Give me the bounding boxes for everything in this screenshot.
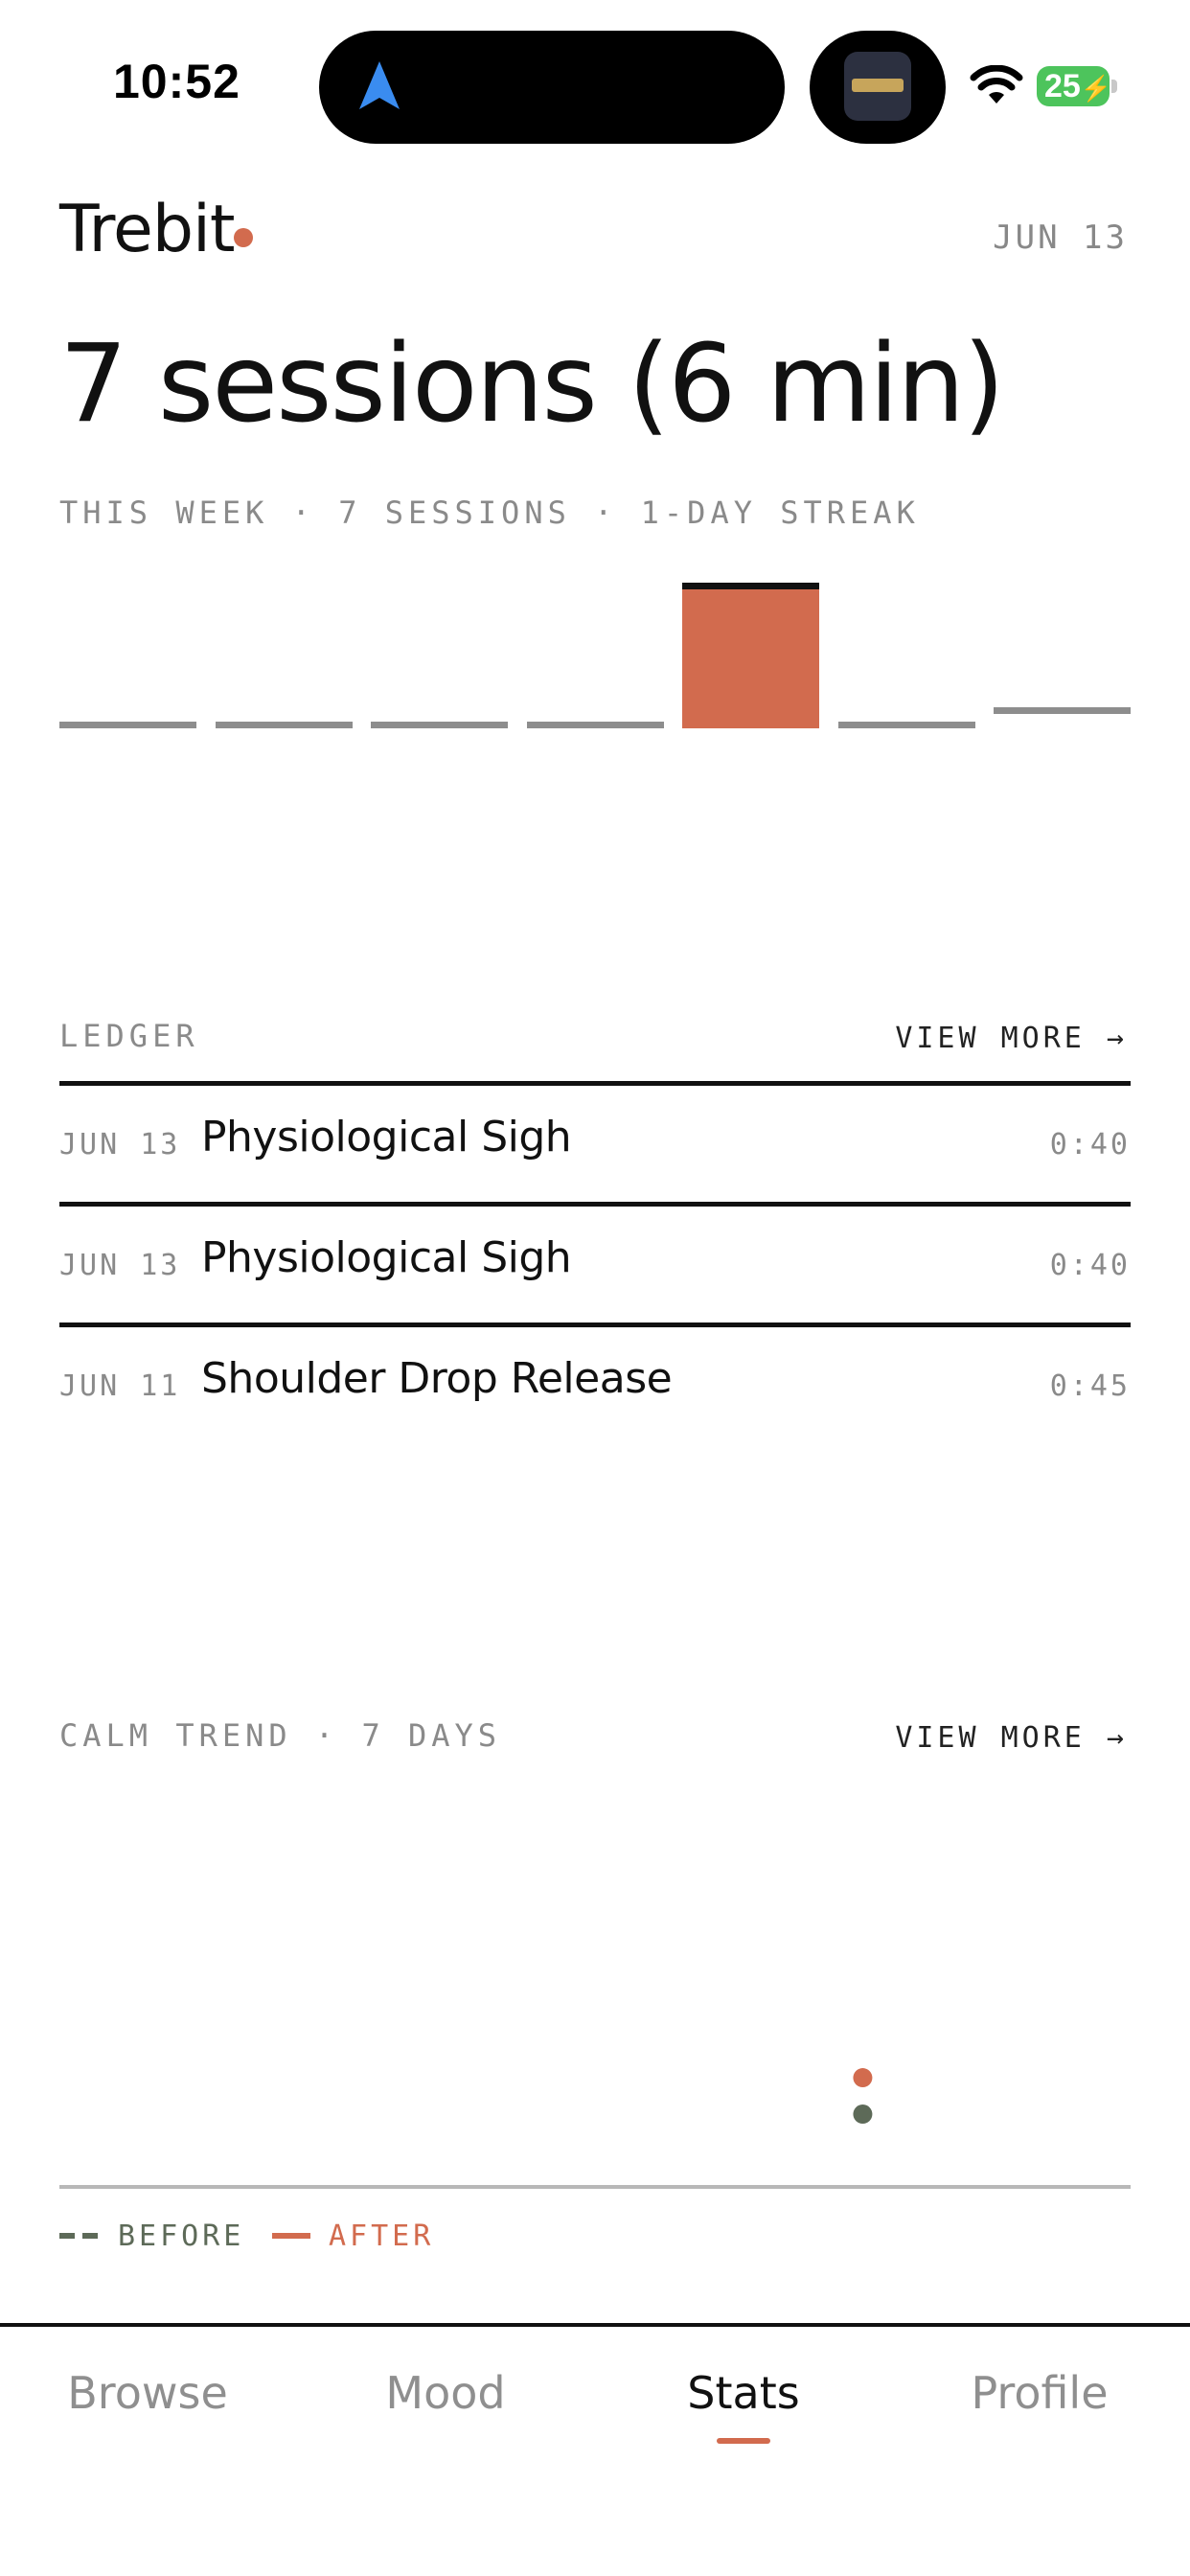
ledger-row[interactable]: JUN 13 Physiological Sigh 0:40	[59, 1086, 1131, 1201]
weekly-bar-line	[59, 722, 196, 728]
tab-mood[interactable]: Mood	[350, 2367, 541, 2419]
calm-trend-chart	[853, 2068, 873, 2125]
now-playing-island[interactable]	[810, 31, 946, 144]
trend-baseline	[59, 2185, 1131, 2189]
battery-level: 25	[1044, 68, 1081, 104]
trend-point-after	[853, 2068, 873, 2088]
legend-before-swatch	[59, 2233, 75, 2239]
app-title: Trebit	[59, 192, 236, 267]
weekly-bar-line	[215, 722, 353, 728]
ledger-row-duration: 0:40	[1049, 1249, 1131, 1282]
status-time: 10:52	[113, 55, 240, 108]
battery-icon: 25⚡	[1037, 66, 1111, 106]
legend-before-label: BEFORE	[118, 2220, 245, 2253]
week-summary: THIS WEEK · 7 SESSIONS · 1-DAY STREAK	[59, 494, 920, 531]
ledger-row-date: JUN 13	[59, 1128, 181, 1162]
wifi-icon	[970, 65, 1023, 104]
legend-before-swatch	[82, 2233, 98, 2239]
navigation-arrow-icon	[359, 61, 400, 109]
ledger-row[interactable]: JUN 11 Shoulder Drop Release 0:45	[59, 1327, 1131, 1442]
ledger-row-name: Shoulder Drop Release	[201, 1354, 673, 1403]
weekly-bar	[371, 575, 508, 728]
calm-trend-view-more-button[interactable]: VIEW MORE →	[895, 1721, 1128, 1755]
weekly-bar	[215, 575, 353, 728]
battery-cap	[1111, 80, 1117, 93]
weekly-bar	[837, 575, 975, 728]
weekly-bar-line	[994, 707, 1131, 715]
ledger-row-date: JUN 11	[59, 1369, 181, 1403]
weekly-bar-line	[837, 722, 975, 728]
weekly-bar	[682, 575, 819, 728]
ledger-view-more-button[interactable]: VIEW MORE →	[895, 1022, 1128, 1055]
album-art-icon	[844, 52, 911, 121]
sessions-headline: 7 sessions (6 min)	[59, 322, 1005, 447]
weekly-bar-cap	[682, 583, 819, 589]
ledger-row[interactable]: JUN 13 Physiological Sigh 0:40	[59, 1207, 1131, 1322]
ledger-row-duration: 0:40	[1049, 1128, 1131, 1162]
ledger-row-name: Physiological Sigh	[201, 1233, 572, 1282]
legend-after-swatch	[272, 2233, 310, 2239]
active-tab-indicator	[717, 2438, 770, 2444]
tab-bar-divider	[0, 2323, 1190, 2327]
brand-dot-icon	[234, 228, 253, 247]
weekly-bar-chart	[59, 575, 1131, 728]
ledger-row-name: Physiological Sigh	[201, 1113, 572, 1162]
ledger-label: LEDGER	[59, 1018, 199, 1054]
calm-trend-label: CALM TREND · 7 DAYS	[59, 1717, 502, 1754]
tab-stats[interactable]: Stats	[648, 2367, 839, 2419]
tab-profile[interactable]: Profile	[944, 2367, 1135, 2419]
tab-browse[interactable]: Browse	[52, 2367, 243, 2419]
weekly-bar-fill	[682, 583, 819, 728]
legend-after-label: AFTER	[329, 2220, 435, 2253]
header-date: JUN 13	[993, 218, 1128, 257]
weekly-bar-line	[526, 722, 664, 728]
weekly-bar	[526, 575, 664, 728]
weekly-bar	[59, 575, 196, 728]
weekly-bar	[994, 575, 1131, 728]
weekly-bar-line	[371, 722, 508, 728]
ledger-row-date: JUN 13	[59, 1249, 181, 1282]
ledger-row-duration: 0:45	[1049, 1369, 1131, 1403]
trend-point-before	[853, 2104, 873, 2125]
dynamic-island[interactable]	[319, 31, 785, 144]
